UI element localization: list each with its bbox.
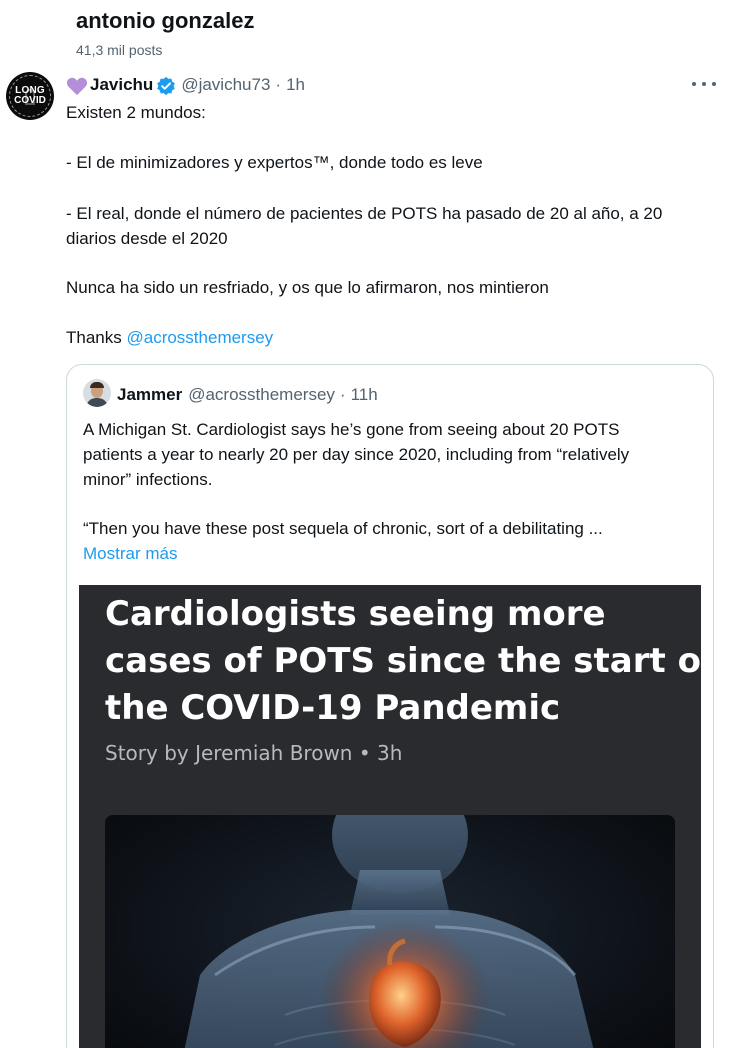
tweet-line: Nunca ha sido un resfriado, y os que lo …	[66, 278, 549, 297]
quoted-line: “Then you have these post sequela of chr…	[83, 519, 603, 538]
article-title-line: Cardiologists seeing more	[105, 594, 606, 634]
thanks-line: Thanks @acrossthemersey	[66, 325, 273, 350]
tweet-line: Existen 2 mundos:	[66, 103, 206, 122]
article-byline: Story by Jeremiah Brown • 3h	[105, 741, 403, 765]
tweet-line: - El de minimizadores y expertos™, donde…	[66, 153, 483, 172]
tweet-timestamp[interactable]: 1h	[286, 75, 305, 95]
show-more-link[interactable]: Mostrar más	[83, 541, 177, 566]
separator-dot: ·	[275, 75, 282, 94]
mention-link[interactable]: @acrossthemersey	[126, 328, 273, 347]
avatar[interactable]: LONG COVID	[6, 72, 54, 120]
article-title: Cardiologists seeing more cases of POTS …	[105, 591, 714, 732]
purple-heart-icon	[66, 77, 88, 96]
avatar-shirt	[86, 398, 108, 407]
tweet-author[interactable]: Javichu	[90, 75, 153, 95]
quoted-tweet[interactable]: Jammer @acrossthemersey · 11h A Michigan…	[66, 364, 714, 1048]
profile-header: antonio gonzalez 41,3 mil posts	[0, 0, 746, 64]
tweet-line: diarios desde el 2020	[66, 229, 228, 248]
tweet-line: - El real, donde el número de pacientes …	[66, 204, 663, 223]
dot	[702, 82, 706, 86]
avatar-hair	[90, 382, 104, 388]
article-image[interactable]: Cardiologists seeing more cases of POTS …	[79, 585, 714, 1048]
dot	[712, 82, 716, 86]
article-title-line: cases of POTS since the start of	[105, 641, 714, 681]
thanks-text: Thanks	[66, 328, 127, 347]
quoted-avatar[interactable]	[83, 379, 111, 407]
tweet-handle[interactable]: @javichu73	[181, 75, 270, 95]
quoted-timestamp: 11h	[350, 385, 378, 404]
tweet-header: Javichu @javichu73 · 1h	[66, 74, 305, 96]
dot	[692, 82, 696, 86]
quoted-header: Jammer @acrossthemersey · 11h	[117, 385, 378, 405]
post-count: 41,3 mil posts	[76, 42, 163, 58]
anatomy-illustration	[105, 815, 675, 1048]
separator-dot: ·	[339, 385, 346, 404]
quoted-line: minor” infections.	[83, 470, 213, 489]
avatar-text-line2: COVID	[14, 95, 46, 106]
article-title-line: the COVID-19 Pandemic	[105, 688, 561, 728]
quoted-handle[interactable]: @acrossthemersey	[188, 385, 335, 405]
quoted-line: A Michigan St. Cardiologist says he’s go…	[83, 420, 620, 439]
quoted-author[interactable]: Jammer	[117, 385, 182, 405]
verified-badge-icon	[157, 76, 176, 96]
quoted-line: patients a year to nearly 20 per day sin…	[83, 445, 630, 464]
more-options-icon[interactable]	[692, 74, 716, 94]
article-photo	[105, 815, 675, 1048]
profile-name: antonio gonzalez	[76, 8, 255, 33]
